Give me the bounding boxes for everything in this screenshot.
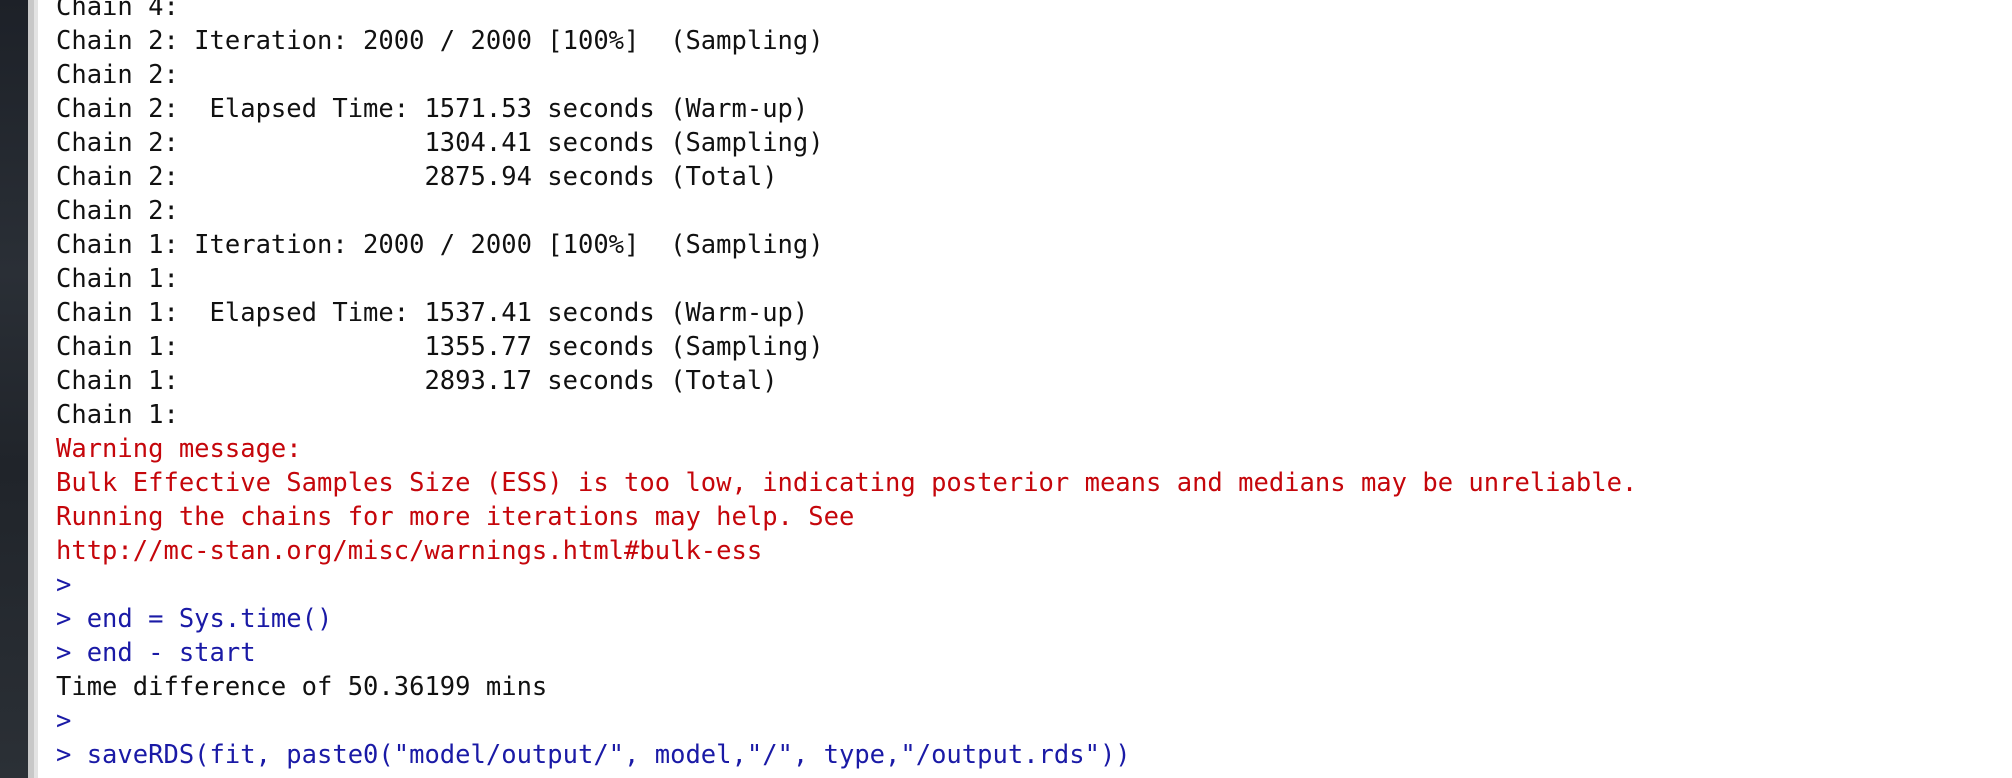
console-line-warning-link: http://mc-stan.org/misc/warnings.html#bu… xyxy=(56,536,763,566)
console-line-output: Chain 1: Elapsed Time: 1537.41 seconds (… xyxy=(56,298,809,328)
console-line-output: Time difference of 50.36199 mins xyxy=(56,672,548,702)
console-line-output: Chain 2: Elapsed Time: 1571.53 seconds (… xyxy=(56,94,809,124)
console-line-output: Chain 2: xyxy=(56,60,179,90)
console-line-output: Chain 1: 1355.77 seconds (Sampling) xyxy=(56,332,824,362)
console-pane[interactable]: Chain 4: Chain 2: Iteration: 2000 / 2000… xyxy=(34,0,2012,778)
console-line-warning: Warning message: xyxy=(56,434,302,464)
console-line-output: Chain 1: Iteration: 2000 / 2000 [100%] (… xyxy=(56,230,824,260)
console-line-output: Chain 2: xyxy=(56,196,179,226)
console-line-output: Chain 1: xyxy=(56,400,179,430)
console-line-command: > xyxy=(56,706,72,736)
console-line-output: Chain 1: xyxy=(56,264,179,294)
console-line-command: > end - start xyxy=(56,638,256,668)
console-line-output: Chain 2: 2875.94 seconds (Total) xyxy=(56,162,778,192)
console-line-warning: Bulk Effective Samples Size (ESS) is too… xyxy=(56,468,1638,498)
console-line-output: Chain 1: 2893.17 seconds (Total) xyxy=(56,366,778,396)
console-line-command: > end = Sys.time() xyxy=(56,604,333,634)
console-line-command: > xyxy=(56,570,72,600)
desktop-background-strip xyxy=(0,0,34,778)
console-line-command: > saveRDS(fit, paste0("model/output/", m… xyxy=(56,740,1131,770)
console-line-output: Chain 2: 1304.41 seconds (Sampling) xyxy=(56,128,824,158)
console-line-warning: Running the chains for more iterations m… xyxy=(56,502,855,532)
console-line-output: Chain 4: xyxy=(56,0,179,22)
r-console-window: Chain 4: Chain 2: Iteration: 2000 / 2000… xyxy=(0,0,2012,778)
console-output: Chain 4: Chain 2: Iteration: 2000 / 2000… xyxy=(56,0,1637,772)
console-line-output: Chain 2: Iteration: 2000 / 2000 [100%] (… xyxy=(56,26,824,56)
